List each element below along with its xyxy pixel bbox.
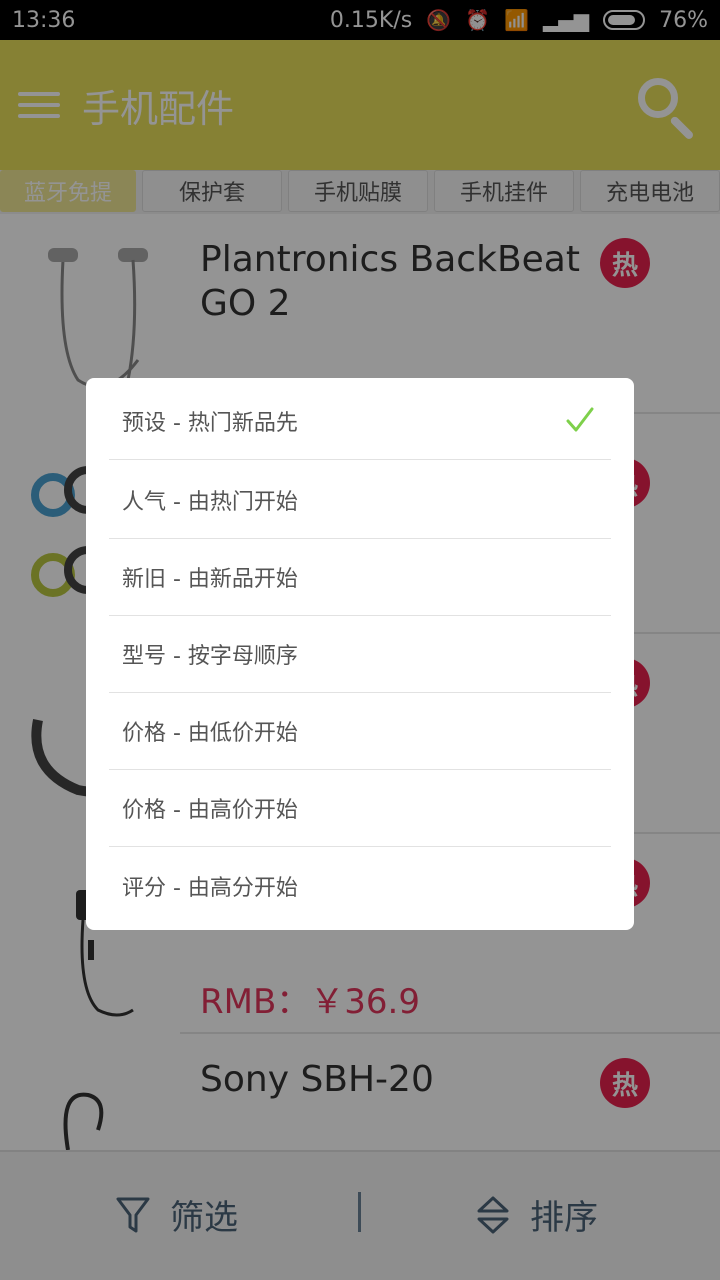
option-label: 价格 - 由高价开始 (122, 798, 298, 823)
sort-option-price-low[interactable]: 价格 - 由低价开始 (109, 693, 611, 770)
option-label: 型号 - 按字母顺序 (122, 644, 298, 669)
sort-option-model[interactable]: 型号 - 按字母顺序 (109, 616, 611, 693)
sort-option-popularity[interactable]: 人气 - 由热门开始 (109, 462, 611, 539)
option-label: 人气 - 由热门开始 (122, 490, 298, 515)
option-label: 价格 - 由低价开始 (122, 721, 298, 746)
sort-option-rating[interactable]: 评分 - 由高分开始 (109, 847, 611, 924)
sort-option-default[interactable]: 预设 - 热门新品先 (109, 383, 611, 460)
sort-dialog: 预设 - 热门新品先 人气 - 由热门开始 新旧 - 由新品开始 型号 - 按字… (86, 378, 634, 930)
option-label: 评分 - 由高分开始 (122, 875, 298, 901)
check-icon (566, 407, 594, 432)
option-label: 新旧 - 由新品开始 (122, 567, 298, 592)
sort-option-newest[interactable]: 新旧 - 由新品开始 (109, 539, 611, 616)
option-label: 预设 - 热门新品先 (122, 411, 298, 436)
sort-option-price-high[interactable]: 价格 - 由高价开始 (109, 770, 611, 847)
